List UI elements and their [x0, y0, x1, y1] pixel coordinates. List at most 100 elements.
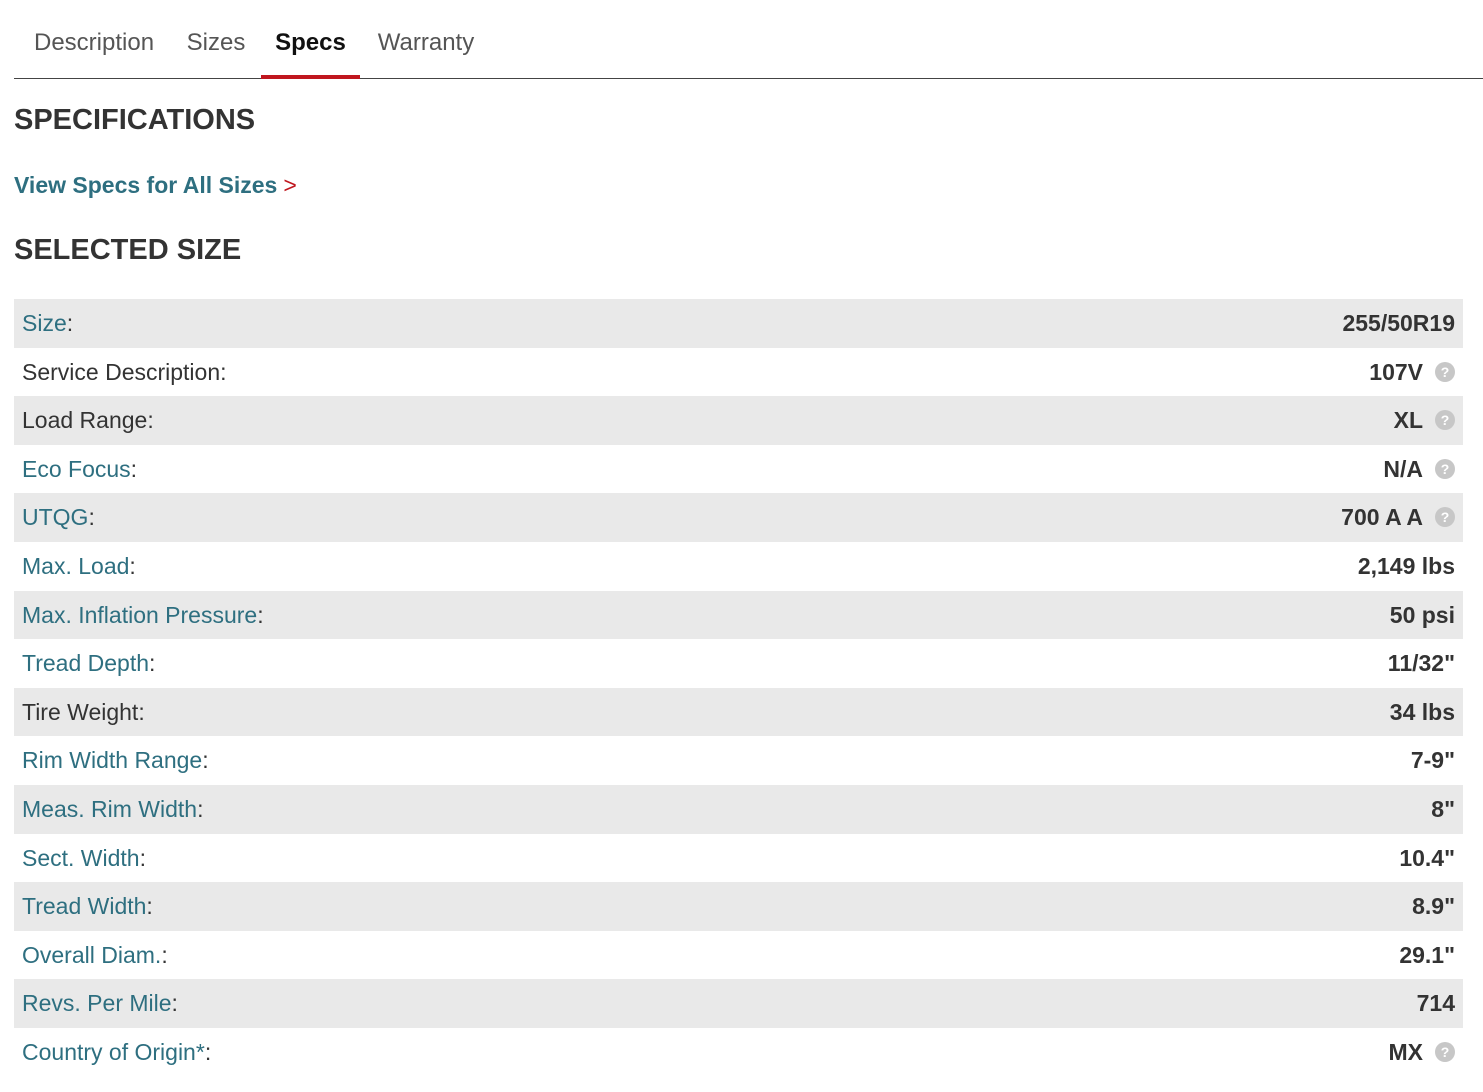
spec-value-text: XL — [1393, 407, 1423, 434]
spec-label-colon: : — [138, 698, 145, 725]
spec-value: N/A? — [1383, 445, 1455, 493]
spec-value-text: 29.1" — [1399, 941, 1455, 968]
spec-label-text[interactable]: Eco Focus — [22, 456, 131, 482]
specifications-heading: SPECIFICATIONS — [14, 104, 256, 136]
spec-label: Tire Weight: — [22, 688, 145, 736]
spec-row: Rim Width Range: 7-9" — [14, 736, 1463, 785]
help-icon[interactable]: ? — [1435, 458, 1455, 479]
spec-label-text: Load Range — [22, 407, 148, 434]
spec-value: 50 psi — [1390, 591, 1455, 639]
spec-label: Rim Width Range: — [22, 736, 209, 784]
spec-label: Eco Focus: — [22, 445, 137, 493]
spec-value: 10.4" — [1399, 834, 1455, 882]
spec-value-text: 255/50R19 — [1342, 310, 1455, 336]
spec-value-text: 10.4" — [1399, 844, 1455, 871]
spec-label-text: Tire Weight — [22, 698, 139, 725]
spec-value-text: MX — [1388, 1038, 1424, 1065]
spec-label: Max. Inflation Pressure: — [22, 591, 264, 639]
tab-description-label: Description — [34, 29, 155, 56]
spec-label-text[interactable]: Meas. Rim Width — [22, 796, 197, 822]
spec-label: Revs. Per Mile: — [22, 979, 178, 1027]
spec-label-colon: : — [257, 601, 264, 628]
product-tabs: Description Sizes Specs Warranty — [14, 0, 1483, 79]
view-specs-all-sizes-link[interactable]: View Specs for All Sizes > — [14, 172, 297, 199]
spec-label-colon: : — [149, 650, 156, 677]
spec-label-colon: : — [129, 552, 136, 579]
spec-value: 107V? — [1369, 348, 1455, 396]
spec-label-colon: : — [147, 407, 154, 434]
spec-label-text[interactable]: Sect. Width — [22, 845, 140, 871]
help-icon[interactable]: ? — [1435, 507, 1455, 528]
active-tab-indicator — [261, 75, 360, 79]
spec-table: Size: 255/50R19 Service Description: 107V? L… — [14, 299, 1463, 1077]
spec-label-colon: : — [204, 1038, 212, 1065]
spec-label-text[interactable]: Overall Diam. — [22, 942, 161, 968]
spec-row: Meas. Rim Width: 8" — [14, 784, 1463, 834]
spec-value: XL? — [1394, 396, 1455, 444]
spec-value: 255/50R19 — [1342, 299, 1455, 347]
spec-row: Eco Focus: N/A? — [14, 445, 1463, 494]
help-icon[interactable]: ? — [1435, 361, 1455, 382]
spec-label-text[interactable]: Max. Inflation Pressure — [22, 602, 257, 628]
spec-label: Country of Origin*: — [22, 1028, 211, 1076]
spec-label-colon: : — [220, 358, 227, 385]
spec-label: Tread Width: — [22, 882, 153, 930]
spec-label-text[interactable]: Max. Load — [22, 553, 129, 579]
spec-value: 700 A A? — [1341, 493, 1455, 541]
spec-label: UTQG: — [22, 493, 95, 541]
spec-label: Sect. Width: — [22, 834, 146, 882]
tab-warranty-label: Warranty — [377, 29, 475, 56]
spec-label-text[interactable]: Tread Depth — [22, 650, 149, 676]
help-icon[interactable]: ? — [1435, 1041, 1455, 1062]
spec-value-text: 7-9" — [1410, 747, 1455, 774]
tab-specs[interactable]: Specs — [261, 0, 360, 79]
spec-value-text: 8.9" — [1412, 893, 1455, 920]
spec-label-colon: : — [171, 990, 178, 1017]
spec-label-text[interactable]: Country of Origin* — [22, 1039, 205, 1065]
tab-warranty[interactable]: Warranty — [376, 0, 476, 78]
spec-label-colon: : — [130, 455, 138, 482]
spec-value: 29.1" — [1399, 931, 1455, 979]
spec-label: Load Range: — [22, 396, 154, 444]
spec-value-text: 714 — [1416, 990, 1455, 1017]
spec-label-text[interactable]: Revs. Per Mile — [22, 990, 172, 1016]
chevron-right-icon: > — [283, 172, 297, 198]
spec-value-text: 2,149 lbs — [1357, 552, 1455, 579]
spec-row: UTQG: 700 A A? — [14, 493, 1463, 542]
spec-label: Size: — [22, 299, 73, 347]
spec-value: 2,149 lbs — [1358, 542, 1455, 590]
spec-label-text[interactable]: Rim Width Range — [22, 747, 202, 773]
spec-row: Tread Depth: 11/32" — [14, 639, 1463, 688]
spec-row: Service Description: 107V? — [14, 348, 1463, 397]
spec-label-text[interactable]: Size — [22, 310, 67, 336]
spec-label-text: Service Description — [22, 358, 221, 385]
spec-value-text: 8" — [1431, 795, 1455, 822]
tab-description[interactable]: Description — [34, 0, 155, 78]
spec-value-text: 11/32" — [1387, 650, 1455, 677]
spec-row: Load Range: XL? — [14, 396, 1463, 445]
help-icon[interactable]: ? — [1435, 410, 1455, 431]
selected-size-heading: SELECTED SIZE — [14, 234, 242, 266]
spec-label-colon: : — [146, 893, 153, 920]
spec-value-text: 34 lbs — [1389, 698, 1455, 725]
spec-label-colon: : — [139, 844, 146, 871]
spec-row: Country of Origin*: MX? — [14, 1028, 1463, 1077]
spec-row: Max. Inflation Pressure: 50 psi — [14, 590, 1463, 640]
spec-label-text[interactable]: Tread Width — [22, 893, 146, 919]
spec-value: 8.9" — [1412, 882, 1455, 930]
spec-label-colon: : — [88, 504, 95, 531]
spec-label: Tread Depth: — [22, 639, 155, 687]
spec-value-text: 50 psi — [1389, 601, 1455, 628]
spec-row: Overall Diam.: 29.1" — [14, 931, 1463, 980]
spec-row: Size: 255/50R19 — [14, 299, 1463, 348]
spec-value-text: 107V — [1369, 358, 1423, 385]
spec-value: 11/32" — [1388, 639, 1455, 687]
spec-label-colon: : — [197, 795, 204, 822]
spec-value: 7-9" — [1411, 736, 1455, 784]
spec-value: MX? — [1388, 1028, 1455, 1076]
spec-value: 714 — [1417, 979, 1455, 1027]
tab-sizes[interactable]: Sizes — [186, 0, 246, 78]
spec-value: 8" — [1431, 785, 1455, 833]
spec-label-text[interactable]: UTQG — [22, 504, 88, 530]
spec-label: Max. Load: — [22, 542, 136, 590]
